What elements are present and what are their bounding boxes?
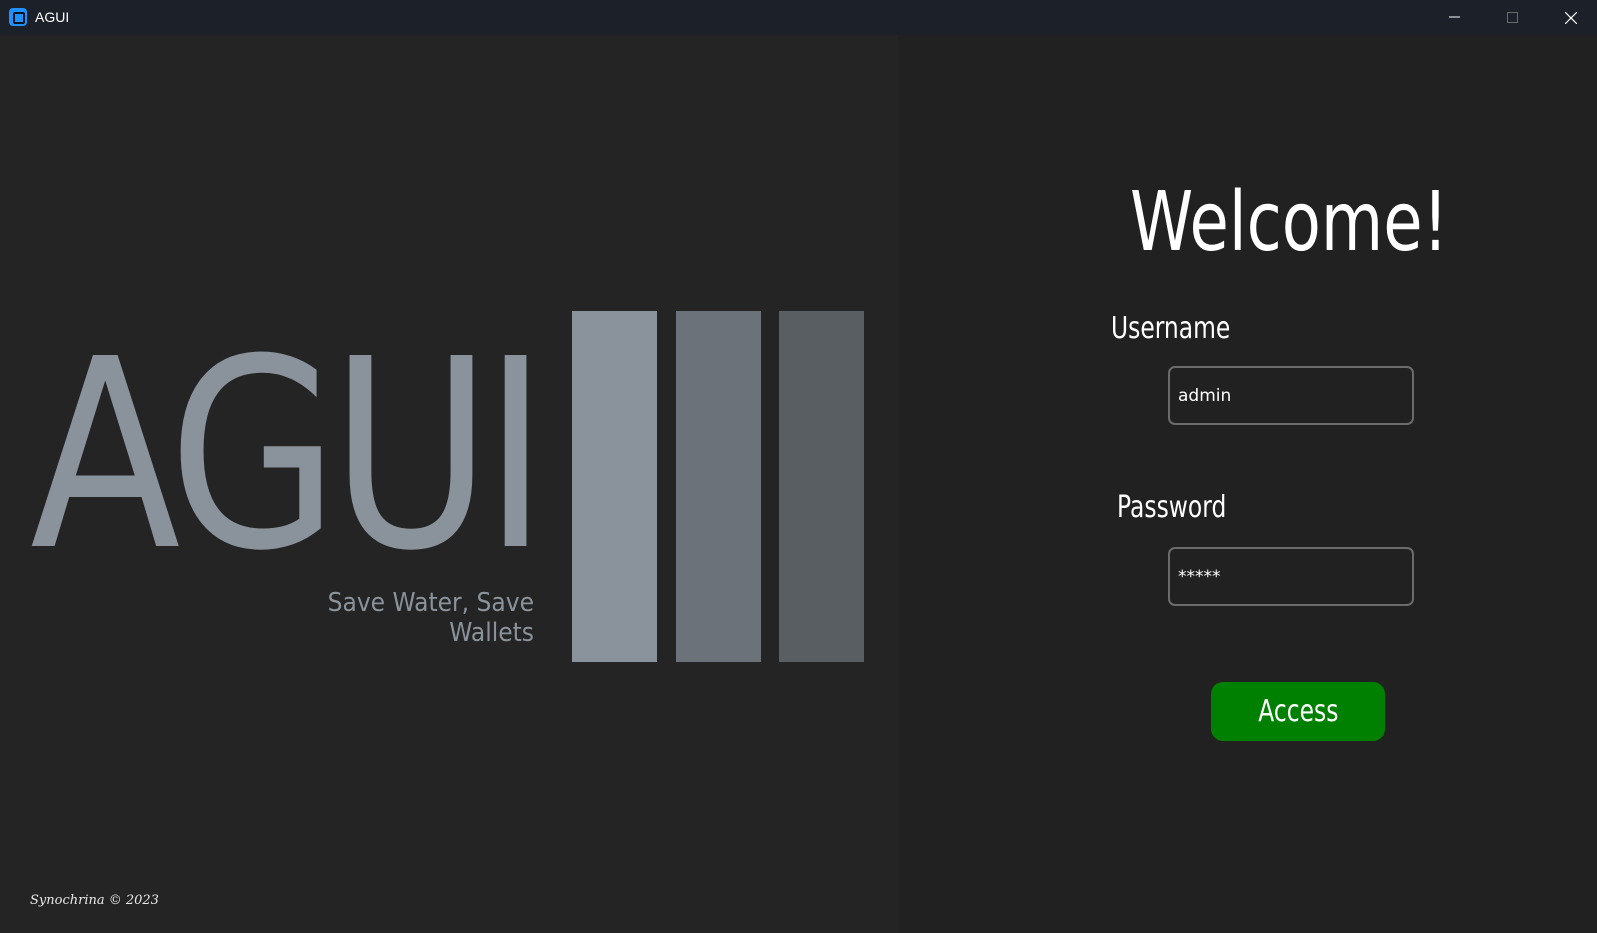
logo-bar-1 xyxy=(572,311,657,662)
username-input[interactable] xyxy=(1168,366,1414,425)
maximize-icon xyxy=(1507,12,1518,23)
minimize-button[interactable] xyxy=(1426,0,1484,35)
logo-bar-2 xyxy=(676,311,761,662)
branding-panel: AGUI Save Water, Save Wallets Synochrina… xyxy=(0,35,898,933)
password-input[interactable] xyxy=(1168,547,1414,606)
title-bar[interactable]: AGUI xyxy=(0,0,1597,35)
tagline: Save Water, Save Wallets xyxy=(327,588,534,648)
welcome-heading: Welcome! xyxy=(1130,175,1449,270)
window-title: AGUI xyxy=(35,9,70,25)
app-window: AGUI AGUI Save Water, Save Wallets Synoc… xyxy=(0,0,1597,933)
password-label: Password xyxy=(1117,490,1227,525)
logo-bar-3 xyxy=(779,311,864,662)
logo-text: AGUI xyxy=(30,303,548,608)
minimize-icon xyxy=(1449,16,1460,18)
copyright: Synochrina © 2023 xyxy=(30,893,159,908)
app-icon xyxy=(9,8,27,26)
close-icon xyxy=(1565,12,1577,24)
access-button-label: Access xyxy=(1257,694,1339,729)
maximize-button[interactable] xyxy=(1484,0,1542,35)
access-button[interactable]: Access xyxy=(1211,682,1385,741)
close-button[interactable] xyxy=(1542,0,1597,35)
login-panel: Welcome! Username Password Access xyxy=(898,35,1597,933)
username-label: Username xyxy=(1111,311,1231,346)
